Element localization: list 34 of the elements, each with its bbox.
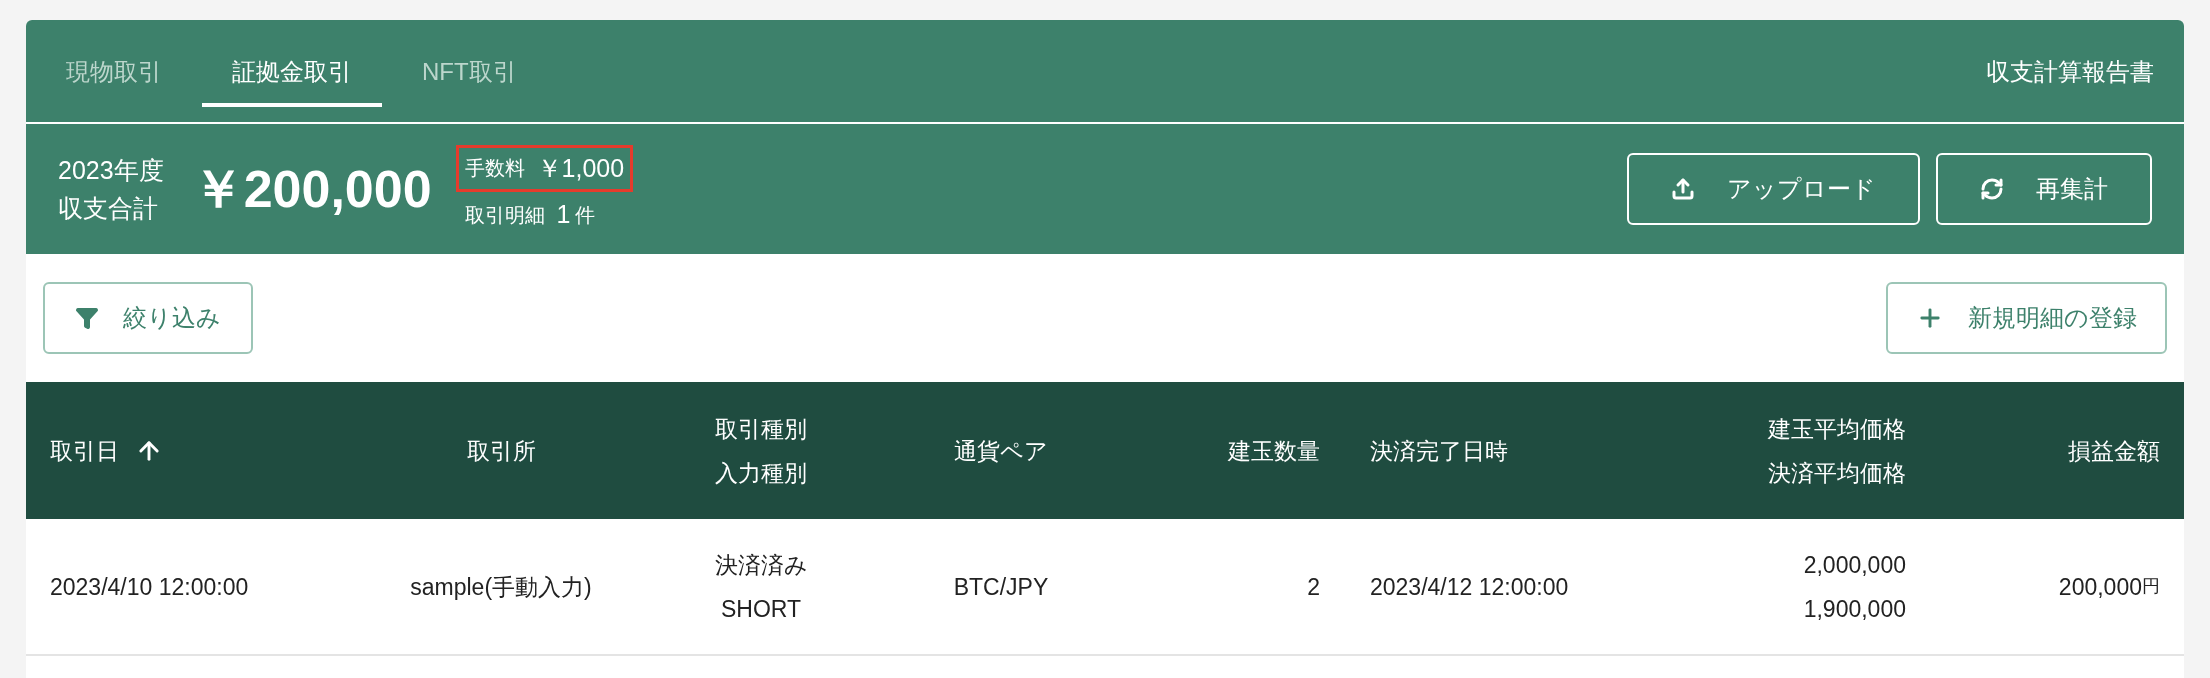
upload-button[interactable]: アップロード bbox=[1627, 153, 1920, 225]
add-entry-button[interactable]: 新規明細の登録 bbox=[1886, 282, 2167, 354]
table-cell-text: BTC/JPY bbox=[953, 572, 1049, 602]
column-header[interactable]: 取引日 bbox=[50, 428, 119, 473]
period-label: 2023年度 bbox=[58, 155, 164, 186]
filter-button[interactable]: 絞り込み bbox=[43, 282, 253, 354]
fee-amount: ￥1,000 bbox=[536, 152, 625, 184]
column-header[interactable]: 通貨ペア bbox=[954, 428, 1048, 473]
tab[interactable]: 証拠金取引 bbox=[202, 40, 382, 107]
count-unit: 件 bbox=[574, 202, 595, 228]
table-cell-text: sample(手動入力) bbox=[410, 572, 592, 602]
column-header[interactable]: 取引所 bbox=[466, 428, 536, 473]
filter-icon bbox=[75, 306, 99, 330]
column-header[interactable]: 決済完了日時 bbox=[1370, 428, 1508, 473]
table-cell-text: 2 bbox=[1307, 572, 1320, 602]
currency-unit: 円 bbox=[2142, 575, 2160, 598]
total-label: 収支合計 bbox=[58, 193, 159, 224]
report-link[interactable]: 収支計算報告書 bbox=[1986, 40, 2154, 103]
upload-icon bbox=[1671, 177, 1695, 201]
table-cell-text: 2023/4/12 12:00:00 bbox=[1370, 572, 1569, 602]
total-amount: ￥200,000 bbox=[191, 159, 432, 220]
table-cell-text: 2023/4/10 12:00:00 bbox=[50, 572, 249, 602]
refresh-button[interactable]: 再集計 bbox=[1936, 153, 2152, 225]
column-header[interactable]: 建玉数量 bbox=[1228, 428, 1320, 473]
count-value: 1 bbox=[556, 199, 571, 230]
table-cell-text: 決済済み SHORT bbox=[714, 550, 808, 624]
refresh-icon bbox=[1980, 177, 2004, 201]
fee-label: 手数料 bbox=[464, 156, 525, 182]
column-header[interactable]: 建玉平均価格 決済平均価格 bbox=[1768, 406, 1906, 495]
table-cell-text: 2,000,000 1,900,000 bbox=[1803, 550, 1906, 624]
table-cell-text: 200,000 bbox=[2058, 572, 2142, 602]
column-header[interactable]: 取引種別 入力種別 bbox=[715, 406, 807, 495]
count-label: 取引明細 bbox=[464, 202, 545, 228]
column-header[interactable]: 損益金額 bbox=[2068, 428, 2160, 473]
